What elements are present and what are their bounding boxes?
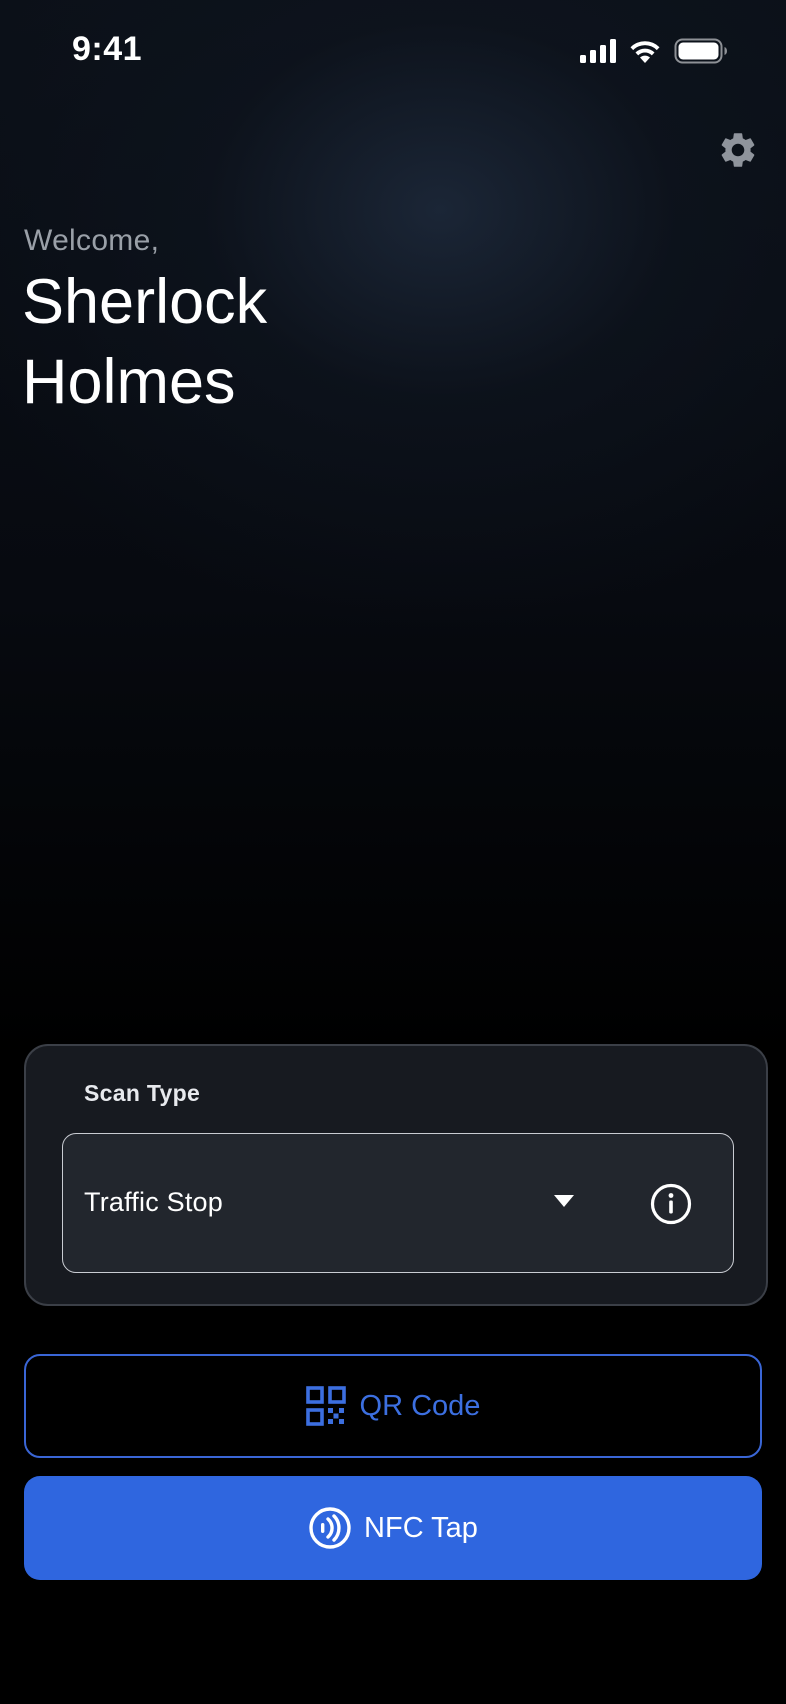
qr-code-button-label: QR Code: [359, 1389, 481, 1422]
status-bar: 9:41: [0, 0, 786, 104]
user-name: Sherlock Holmes: [22, 267, 268, 417]
status-time: 9:41: [72, 30, 143, 68]
info-icon[interactable]: [649, 1182, 693, 1226]
cellular-signal-icon: [580, 39, 616, 63]
nfc-tap-button[interactable]: NFC Tap: [24, 1476, 762, 1580]
app-screen: 9:41 Welcome, Sherlock Holmes Scan Type …: [0, 0, 786, 1704]
battery-icon: [674, 38, 728, 64]
scan-type-selected-value: Traffic Stop: [84, 1187, 223, 1217]
qr-code-button[interactable]: QR Code: [24, 1354, 762, 1458]
scan-type-card: Scan Type Traffic Stop: [24, 1044, 768, 1306]
scan-type-label: Scan Type: [84, 1080, 201, 1106]
chevron-down-icon[interactable]: [553, 1194, 575, 1208]
nfc-icon: [309, 1507, 351, 1549]
qr-code-icon: [305, 1386, 346, 1426]
nfc-tap-button-label: NFC Tap: [364, 1511, 478, 1544]
status-icons: [580, 38, 728, 64]
welcome-greeting: Welcome,: [24, 224, 160, 257]
wifi-icon: [628, 38, 662, 64]
gear-icon: [721, 133, 755, 167]
settings-button[interactable]: [712, 124, 764, 176]
scan-type-dropdown[interactable]: Traffic Stop: [62, 1133, 734, 1273]
